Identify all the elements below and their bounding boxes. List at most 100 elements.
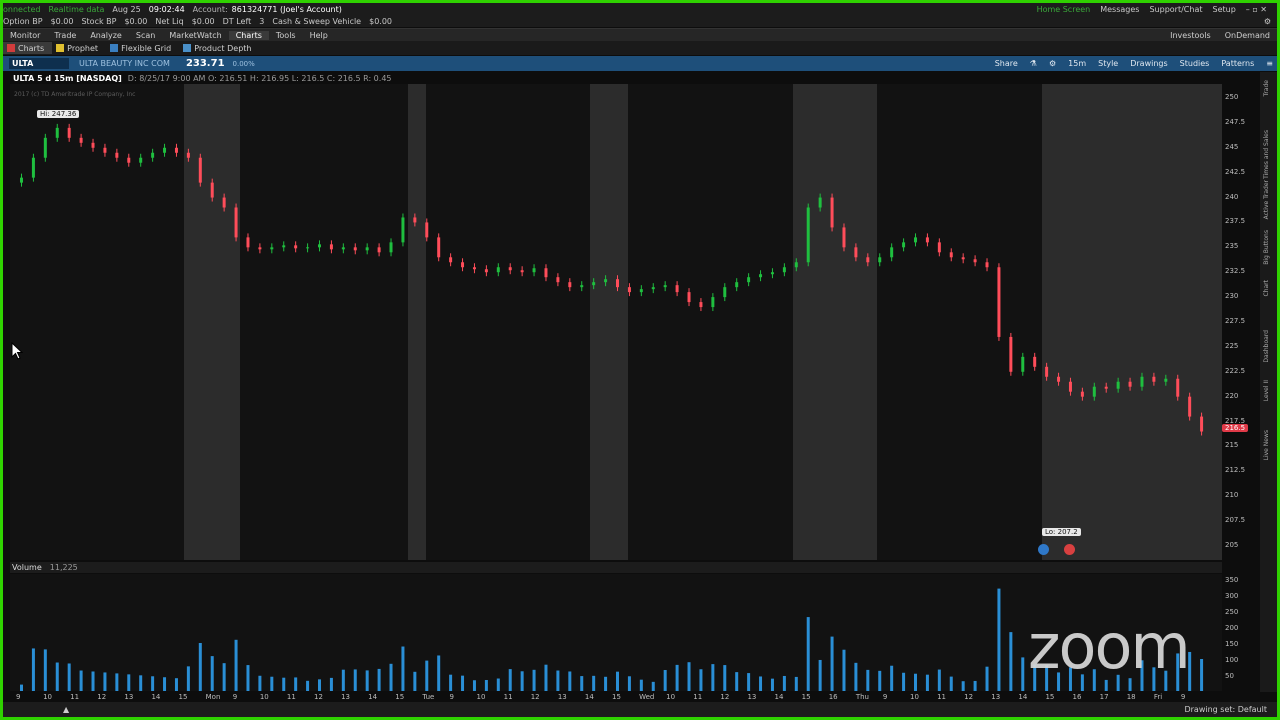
volume-bar xyxy=(878,670,882,691)
volume-bar xyxy=(914,673,917,691)
volume-bar xyxy=(55,662,59,691)
time-tick-label: 16 xyxy=(829,693,838,701)
last-price-marker: 216.5 xyxy=(1222,424,1249,432)
gear-icon[interactable]: ⚙ xyxy=(1264,17,1271,26)
drawings-button[interactable]: Drawings xyxy=(1130,59,1167,68)
side-tab[interactable]: Active Trader xyxy=(1263,180,1270,219)
volume-bar xyxy=(961,681,965,691)
side-tab[interactable]: Live News xyxy=(1263,430,1270,460)
time-tick-label: 15 xyxy=(802,693,811,701)
menu-icon[interactable]: ≡ xyxy=(1266,59,1273,68)
share-button[interactable]: Share xyxy=(995,59,1018,68)
candle-body xyxy=(842,227,846,248)
candle-body xyxy=(639,289,643,293)
menu-marketwatch[interactable]: MarketWatch xyxy=(162,31,228,40)
stock-bp-label: Stock BP xyxy=(81,16,117,26)
menu-help[interactable]: Help xyxy=(303,31,335,40)
dt-left-label: DT Left xyxy=(222,16,252,26)
drawing-set-selector[interactable]: Drawing set: Default xyxy=(1184,705,1267,714)
candle-body xyxy=(818,197,822,208)
settings-icon[interactable]: ⚙ xyxy=(1049,59,1056,68)
time-tick-label: 10 xyxy=(910,693,919,701)
candle-body xyxy=(210,182,214,198)
chart-header: ULTA 5 d 15m [NASDAQ] D: 8/25/17 9:00 AM… xyxy=(3,73,1277,83)
last-price: 233.71 xyxy=(185,58,225,69)
volume-bar xyxy=(782,675,786,691)
volume-bar xyxy=(341,669,345,691)
volume-bar xyxy=(937,669,941,691)
account-selector[interactable]: 861324771 (Joel's Account) xyxy=(232,5,342,14)
patterns-button[interactable]: Patterns xyxy=(1221,59,1254,68)
candle-body xyxy=(878,257,882,263)
flask-icon[interactable]: ⚗ xyxy=(1030,59,1037,68)
side-tab[interactable]: Dashboard xyxy=(1263,330,1270,363)
menu-charts[interactable]: Charts xyxy=(228,30,269,40)
volume-bar xyxy=(842,649,846,691)
volume-header: Volume 11,225 xyxy=(10,562,1222,573)
home-screen-link[interactable]: Home Screen xyxy=(1037,5,1091,14)
side-tab[interactable]: Times and Sales xyxy=(1263,130,1270,179)
volume-bar xyxy=(973,680,977,691)
price-axis[interactable]: 250 247.5 245 242.5 240 237.5 235 232.5 230 227.5… xyxy=(1222,84,1258,560)
candle-body xyxy=(651,287,655,290)
time-tick-label: 15 xyxy=(612,693,621,701)
side-tab[interactable]: Big Buttons xyxy=(1263,230,1270,265)
price-tick-label: 245 xyxy=(1225,142,1239,151)
symbol-description: ULTA BEAUTY INC COM xyxy=(79,59,170,68)
symbol-input[interactable]: ULTA xyxy=(9,58,69,69)
candle-body xyxy=(782,267,786,273)
volume-bar xyxy=(115,673,119,691)
time-tick-label: 12 xyxy=(97,693,106,701)
candle-body xyxy=(461,262,465,268)
volume-tick-label: 50 xyxy=(1225,672,1234,680)
tab-charts[interactable]: Charts xyxy=(3,42,53,54)
price-tick-label: 210 xyxy=(1225,491,1239,500)
price-tick-label: 232.5 xyxy=(1225,267,1246,276)
side-tab[interactable]: Chart xyxy=(1263,280,1270,297)
style-button[interactable]: Style xyxy=(1098,59,1118,68)
tab-flexible-grid[interactable]: Flexible Grid xyxy=(106,42,179,54)
volume-bar xyxy=(306,680,310,691)
menu-monitor[interactable]: Monitor xyxy=(3,31,47,40)
messages-button[interactable]: Messages xyxy=(1100,5,1139,14)
setup-button[interactable]: Setup xyxy=(1212,5,1235,14)
volume-bar xyxy=(461,675,465,691)
support-chat-button[interactable]: Support/Chat xyxy=(1149,5,1202,14)
candle-body xyxy=(151,152,155,158)
tab-product-depth[interactable]: Product Depth xyxy=(179,42,259,54)
scroll-up-icon[interactable]: ▲ xyxy=(63,705,69,714)
time-tick-label: 9 xyxy=(16,693,20,701)
tab-prophet[interactable]: Prophet xyxy=(52,42,106,54)
timeframe-button[interactable]: 15m xyxy=(1068,59,1086,68)
candle-body xyxy=(902,242,906,248)
stock-bp-value: $0.00 xyxy=(124,16,148,26)
earnings-icon[interactable] xyxy=(1064,544,1075,555)
net-liq-value: $0.00 xyxy=(191,16,215,26)
menu-trade[interactable]: Trade xyxy=(47,31,83,40)
volume-bar xyxy=(413,671,417,691)
menu-analyze[interactable]: Analyze xyxy=(83,31,129,40)
event-icon[interactable] xyxy=(1038,544,1049,555)
price-chart[interactable]: 2017 (c) TD Ameritrade IP Company, Inc xyxy=(10,84,1222,560)
investools-link[interactable]: Investools xyxy=(1163,31,1218,40)
candle-body xyxy=(1164,378,1168,382)
candle-body xyxy=(377,247,381,253)
candle-body xyxy=(1057,376,1061,382)
studies-button[interactable]: Studies xyxy=(1180,59,1210,68)
side-tab[interactable]: Trade xyxy=(1263,80,1270,96)
volume-bar xyxy=(747,673,751,691)
mouse-cursor-icon xyxy=(11,342,23,360)
volume-bar xyxy=(711,664,715,691)
candle-body xyxy=(198,157,202,183)
volume-bar xyxy=(806,617,810,691)
candle-body xyxy=(186,152,190,158)
bottom-toolbar: ▲ Drawing set: Default xyxy=(3,702,1277,717)
candle-body xyxy=(961,257,965,260)
ondemand-button[interactable]: OnDemand xyxy=(1218,31,1277,40)
menu-tools[interactable]: Tools xyxy=(269,31,303,40)
candle-body xyxy=(1068,381,1072,392)
menu-scan[interactable]: Scan xyxy=(129,31,162,40)
window-controls[interactable]: – ▫ ✕ xyxy=(1246,5,1267,14)
candle-body xyxy=(532,268,536,273)
side-tab[interactable]: Level II xyxy=(1263,380,1270,401)
